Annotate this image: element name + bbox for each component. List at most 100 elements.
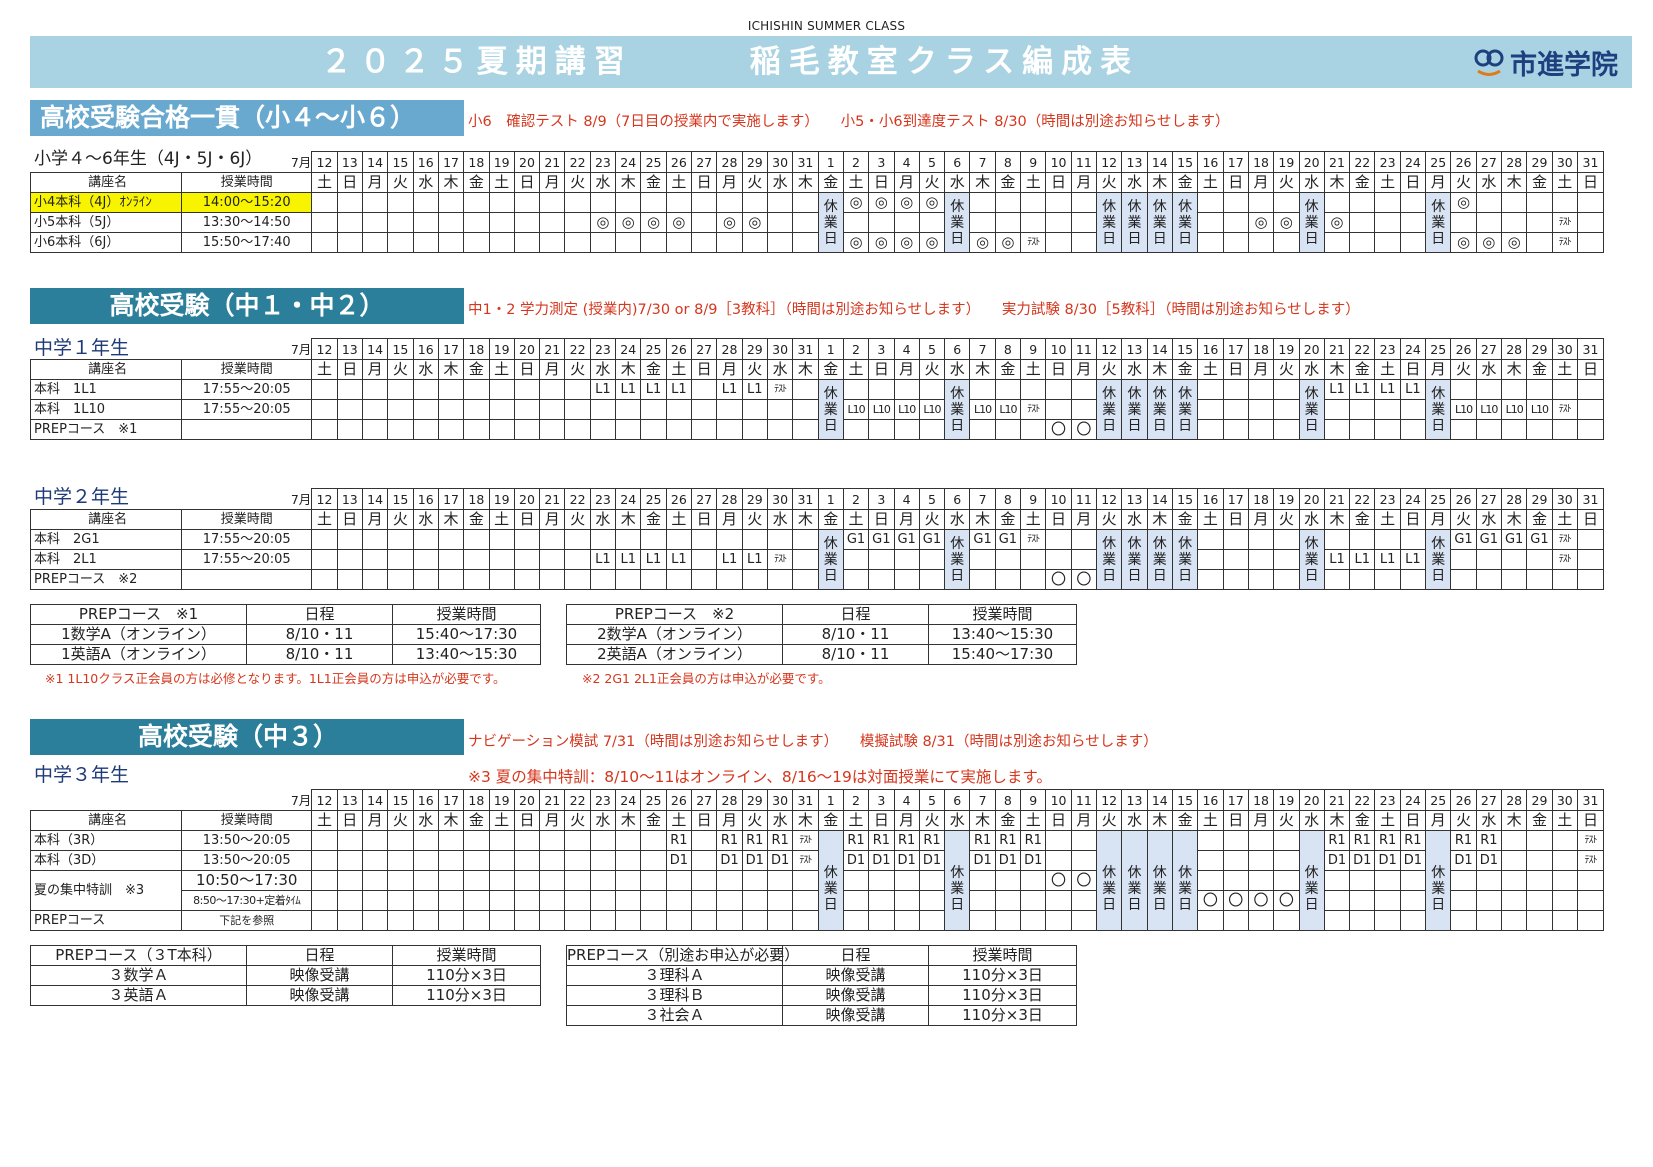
weekday-cell: 火 bbox=[741, 810, 768, 831]
date-cell: 13 bbox=[336, 488, 363, 510]
schedule-mark: L1 bbox=[640, 549, 667, 570]
empty-cell bbox=[1475, 549, 1503, 570]
empty-cell bbox=[640, 529, 667, 550]
empty-cell bbox=[1576, 379, 1605, 400]
schedule-mark: L1 bbox=[1399, 549, 1427, 570]
schedule-mark: L1 bbox=[1323, 549, 1351, 570]
course-time: 下記を参照 bbox=[181, 910, 313, 931]
weekday-cell: 土 bbox=[1197, 810, 1224, 831]
schedule-mark: L10 bbox=[969, 399, 996, 420]
empty-cell bbox=[564, 192, 591, 213]
schedule-mark: D1 bbox=[994, 850, 1022, 871]
weekday-cell: 火 bbox=[1450, 810, 1477, 831]
empty-cell bbox=[1197, 529, 1224, 550]
date-cell: 21 bbox=[1323, 789, 1351, 811]
prep-cell: 映像受講 bbox=[782, 965, 929, 986]
date-cell: 31 bbox=[1576, 338, 1605, 360]
empty-cell bbox=[1526, 212, 1553, 233]
date-cell: 27 bbox=[1475, 488, 1503, 510]
date-cell: 25 bbox=[1425, 338, 1452, 360]
weekday-row: 講座名 授業時間土日月火水木金土日月火水木金土日月火水木金土日月火水木金土日月火水… bbox=[29, 509, 1605, 530]
prep-cell: 15:40～17:30 bbox=[928, 644, 1077, 665]
empty-cell bbox=[969, 379, 996, 400]
weekday-cell: 金 bbox=[817, 810, 844, 831]
date-cell: 18 bbox=[463, 151, 490, 173]
date-cell: 12 bbox=[311, 488, 338, 510]
weekday-cell: 木 bbox=[969, 509, 996, 530]
date-cell: 30 bbox=[1551, 488, 1578, 510]
empty-cell bbox=[564, 379, 591, 400]
empty-cell bbox=[1500, 212, 1528, 233]
empty-cell bbox=[690, 830, 718, 851]
weekday-cell: 木 bbox=[437, 509, 465, 530]
schedule-mark: 〇 bbox=[1045, 870, 1072, 891]
empty-cell bbox=[513, 212, 541, 233]
empty-cell bbox=[1247, 399, 1275, 420]
date-cell: 18 bbox=[1247, 789, 1275, 811]
date-cell: 3 bbox=[868, 488, 895, 510]
empty-cell bbox=[716, 910, 743, 931]
weekday-cell: 土 bbox=[842, 172, 870, 193]
empty-cell bbox=[488, 192, 515, 213]
weekday-cell: 土 bbox=[488, 172, 515, 193]
empty-cell bbox=[766, 870, 794, 891]
prep-header-cell: 授業時間 bbox=[928, 945, 1077, 966]
date-cell: 28 bbox=[1500, 789, 1528, 811]
empty-cell bbox=[564, 850, 591, 871]
empty-cell bbox=[690, 212, 718, 233]
schedule-mark: ◎ bbox=[741, 212, 768, 233]
empty-cell bbox=[361, 529, 389, 550]
empty-cell bbox=[716, 419, 743, 440]
date-cell: 28 bbox=[716, 789, 743, 811]
date-cell: 28 bbox=[716, 338, 743, 360]
prep-cell: 1数学A（オンライン） bbox=[30, 624, 247, 645]
empty-cell bbox=[311, 399, 338, 420]
schedule-mark: L1 bbox=[665, 549, 693, 570]
weekday-cell: 火 bbox=[741, 172, 768, 193]
weekday-cell: 日 bbox=[1045, 172, 1072, 193]
empty-cell bbox=[716, 870, 743, 891]
empty-cell bbox=[539, 212, 566, 233]
empty-cell bbox=[1576, 212, 1605, 233]
date-cell: 4 bbox=[893, 151, 920, 173]
empty-cell bbox=[893, 549, 920, 570]
date-cell: 16 bbox=[412, 151, 439, 173]
prep-cell: 2英語A（オンライン） bbox=[566, 644, 783, 665]
date-cell: 29 bbox=[741, 488, 768, 510]
schedule-mark: ◎ bbox=[589, 212, 617, 233]
weekday-cell: 月 bbox=[361, 810, 389, 831]
empty-cell bbox=[336, 910, 363, 931]
schedule-mark: 〇 bbox=[1273, 890, 1300, 911]
empty-cell bbox=[412, 232, 439, 253]
schedule-mark: ﾃｽﾄ bbox=[1576, 830, 1605, 851]
weekday-cell: 木 bbox=[437, 359, 465, 380]
date-cell: 23 bbox=[589, 151, 617, 173]
empty-cell bbox=[665, 870, 693, 891]
empty-cell bbox=[1222, 192, 1249, 213]
weekday-cell: 火 bbox=[387, 810, 414, 831]
date-cell: 21 bbox=[539, 151, 566, 173]
schedule-mark: D1 bbox=[969, 850, 996, 871]
prep-table-2: PREPコース ※2 日程 授業時間 2数学A（オンライン） 8/10・11 13:40～… bbox=[566, 604, 1077, 665]
empty-cell bbox=[766, 192, 794, 213]
date-cell: 24 bbox=[1399, 338, 1427, 360]
schedule-mark: R1 bbox=[1349, 830, 1376, 851]
empty-cell bbox=[539, 232, 566, 253]
corner-blank bbox=[31, 152, 182, 173]
schedule-mark: ◎ bbox=[1500, 232, 1528, 253]
weekday-cell: 水 bbox=[766, 359, 794, 380]
weekday-cell: 木 bbox=[969, 172, 996, 193]
empty-cell bbox=[387, 890, 414, 911]
schedule-mark: L10 bbox=[994, 399, 1022, 420]
empty-cell bbox=[463, 419, 490, 440]
date-cell: 27 bbox=[690, 488, 718, 510]
prep-cell: ３英語Ａ bbox=[30, 985, 247, 1006]
empty-cell bbox=[1045, 192, 1072, 213]
weekday-cell: 火 bbox=[741, 359, 768, 380]
empty-cell bbox=[868, 569, 895, 590]
course-time: 8:50～17:30+定着ﾀｲﾑ bbox=[181, 890, 313, 911]
empty-cell bbox=[1323, 232, 1351, 253]
holiday-cell: 休業日 bbox=[817, 529, 844, 590]
schedule-mark: L1 bbox=[1374, 549, 1401, 570]
empty-cell bbox=[1197, 192, 1224, 213]
